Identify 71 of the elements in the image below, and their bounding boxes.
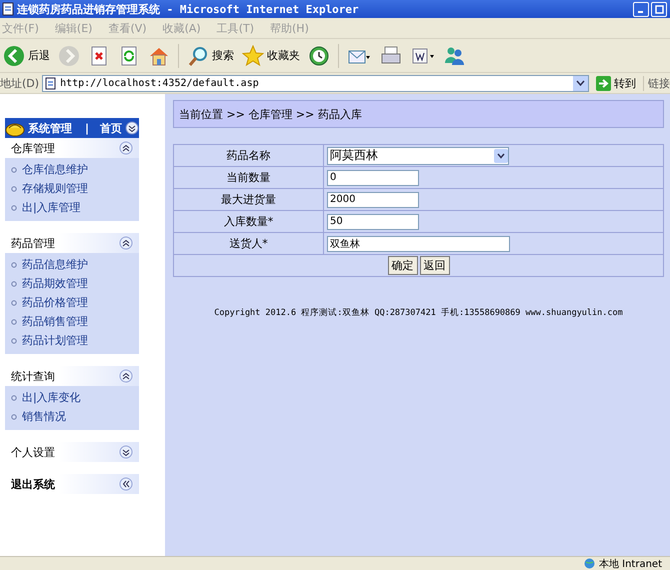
separator-text: | bbox=[84, 122, 89, 134]
links-button[interactable]: 链接 bbox=[643, 76, 670, 90]
search-button[interactable]: 搜索 bbox=[185, 42, 236, 68]
sidebar-item[interactable]: 存储规则管理 bbox=[11, 179, 139, 198]
sidebar-item[interactable]: 药品销售管理 bbox=[11, 312, 139, 331]
field-label: 当前数量 bbox=[174, 166, 324, 188]
bullet-icon bbox=[11, 280, 17, 286]
sidebar-item[interactable]: 出|入库管理 bbox=[11, 198, 139, 217]
page-icon bbox=[45, 76, 58, 90]
window-title: 连锁药房药品进销存管理系统 - Microsoft Internet Explorer bbox=[17, 2, 360, 16]
double-chevron-left-icon[interactable] bbox=[119, 477, 133, 491]
exit-button[interactable]: 退出系统 bbox=[5, 474, 139, 494]
minimize-button[interactable] bbox=[633, 2, 649, 16]
bullet-icon bbox=[11, 166, 17, 172]
maximize-icon bbox=[654, 4, 664, 14]
bullet-icon bbox=[11, 338, 17, 344]
breadcrumb: 当前位置 >> 仓库管理 >> 药品入库 bbox=[173, 100, 664, 128]
field-label: 入库数量* bbox=[174, 210, 324, 232]
bullet-icon bbox=[11, 204, 17, 210]
sidebar-item[interactable]: 药品价格管理 bbox=[11, 293, 139, 312]
arrow-icon bbox=[596, 76, 611, 90]
sidebar-item[interactable]: 销售情况 bbox=[11, 407, 139, 426]
collapse-icon[interactable] bbox=[125, 121, 139, 135]
collapse-icon[interactable] bbox=[119, 369, 133, 383]
bullet-icon bbox=[11, 300, 17, 306]
go-button[interactable]: 转到 bbox=[592, 76, 640, 90]
clock-icon bbox=[308, 44, 330, 66]
bullet-icon bbox=[11, 262, 17, 268]
section-header[interactable]: 药品管理 bbox=[5, 233, 139, 253]
home-link[interactable]: 首页 bbox=[100, 120, 122, 136]
dropdown-field[interactable]: 阿莫西林 bbox=[327, 146, 509, 164]
dropdown-icon bbox=[494, 148, 508, 162]
collapse-icon[interactable] bbox=[119, 141, 133, 155]
printer-icon bbox=[380, 44, 402, 66]
bullet-icon bbox=[11, 394, 17, 400]
page-icon bbox=[2, 2, 14, 16]
globe-icon bbox=[584, 558, 595, 569]
input-field[interactable]: 0 bbox=[327, 170, 419, 186]
dropdown-icon bbox=[576, 80, 585, 86]
star-button[interactable]: 收藏夹 bbox=[240, 42, 302, 68]
zone-label: 本地 Intranet bbox=[598, 558, 662, 570]
sidebar-item[interactable]: 药品期效管理 bbox=[11, 274, 139, 293]
search-icon bbox=[187, 44, 209, 66]
sidebar-item[interactable]: 仓库信息维护 bbox=[11, 160, 139, 179]
address-label: 地址(D) bbox=[0, 76, 40, 90]
bullet-icon bbox=[11, 318, 17, 324]
field-label: 药品名称 bbox=[174, 144, 324, 166]
maximize-button[interactable] bbox=[651, 2, 667, 16]
section-header[interactable]: 仓库管理 bbox=[5, 138, 139, 158]
sidebar-title: 系统管理 bbox=[28, 120, 73, 136]
sidebar-item[interactable]: 出|入库变化 bbox=[11, 388, 139, 407]
input-field[interactable]: 2000 bbox=[327, 192, 419, 208]
address-field[interactable]: http://localhost:4352/default.asp bbox=[42, 74, 589, 92]
star-icon bbox=[242, 44, 264, 66]
bullet-icon bbox=[11, 186, 17, 192]
confirm-button[interactable]: 确定 bbox=[388, 256, 418, 275]
field-label: 送货人* bbox=[174, 232, 324, 254]
expand-icon[interactable] bbox=[119, 445, 133, 459]
copyright-text: Copyright 2012.6 程序测试:双鱼林 QQ:287307421 手机:13558690869 www.shuangyulin.com bbox=[213, 307, 624, 319]
field-label: 最大进货量 bbox=[174, 188, 324, 210]
sidebar-item[interactable]: 药品信息维护 bbox=[11, 255, 139, 274]
input-field[interactable]: 双鱼林 bbox=[327, 236, 510, 252]
input-field[interactable]: 50 bbox=[327, 214, 419, 230]
back-button[interactable]: 返回 bbox=[420, 256, 450, 275]
section-header[interactable]: 个人设置 bbox=[5, 442, 139, 462]
collapse-icon[interactable] bbox=[119, 236, 133, 250]
sidebar-item[interactable]: 药品计划管理 bbox=[11, 331, 139, 350]
bullet-icon bbox=[11, 414, 17, 420]
people-icon bbox=[443, 44, 465, 66]
section-header[interactable]: 统计查询 bbox=[5, 366, 139, 386]
back-arrow-button[interactable]: 后退 bbox=[1, 42, 52, 68]
